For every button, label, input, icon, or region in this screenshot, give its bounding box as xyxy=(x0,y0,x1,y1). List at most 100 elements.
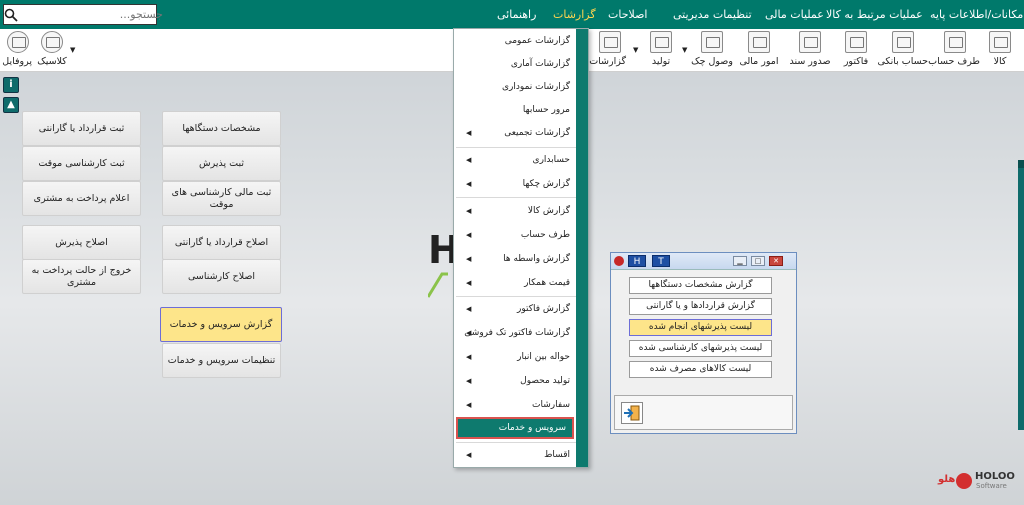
menu-goods-operations[interactable]: عملیات مرتبط به کالا xyxy=(826,0,923,29)
gear-icon xyxy=(41,31,63,53)
submenu-arrow-icon: ◀ xyxy=(466,451,472,459)
toolbar-invoice-button[interactable]: فاکتور xyxy=(838,29,874,72)
menu-separator xyxy=(456,147,576,148)
toolbar-account-party-button[interactable]: طرف حساب xyxy=(928,29,980,72)
submenu-arrow-icon: ◀ xyxy=(466,377,472,385)
toolbar-cheque-collection-button[interactable]: وصول چک xyxy=(690,29,734,72)
menu-item-warehouse-transfer[interactable]: حواله بین انبار ◀ xyxy=(454,346,578,368)
exit-door-icon xyxy=(624,405,640,421)
menu-management-settings[interactable]: تنظیمات مدیریتی xyxy=(673,0,752,29)
menu-item-single-sale-invoice-report[interactable]: گزارشات فاکتور تک فروشی ◀ xyxy=(454,322,578,344)
box-icon xyxy=(989,31,1011,53)
toolbar-profile-button[interactable]: پروفایل xyxy=(2,29,32,72)
brand-circle-icon xyxy=(956,473,972,489)
shortcut-edit-reception-button[interactable]: اصلاح پذیرش xyxy=(22,225,141,260)
menu-item-accounting[interactable]: حسابداری ◀ xyxy=(454,149,578,171)
submenu-arrow-icon: ◀ xyxy=(466,353,472,361)
shortcut-exit-payment-state-button[interactable]: خروج از حالت پرداخت به مشتری xyxy=(22,259,141,294)
toolbar-finance-button[interactable]: امور مالی xyxy=(737,29,781,72)
dialog-tab-h[interactable]: H xyxy=(628,255,646,267)
menu-item-intermediary-report[interactable]: گزارش واسطه ها ◀ xyxy=(454,248,578,270)
menu-base-info[interactable]: امکانات/اطلاعات پایه xyxy=(930,0,1024,29)
menu-separator xyxy=(456,296,576,297)
invoice-icon xyxy=(845,31,867,53)
maximize-icon[interactable]: □ xyxy=(751,256,765,266)
chevron-down-icon[interactable]: ▼ xyxy=(633,46,638,54)
menu-corrections[interactable]: اصلاحات xyxy=(608,0,647,29)
menu-item-invoice-report[interactable]: گزارش فاکتور ◀ xyxy=(454,298,578,320)
chevron-down-icon[interactable]: ▼ xyxy=(682,46,687,54)
submenu-arrow-icon: ◀ xyxy=(466,156,472,164)
production-icon xyxy=(650,31,672,53)
expertised-receptions-button[interactable]: لیست پذیرشهای کارشناسی شده xyxy=(629,340,772,357)
submenu-arrow-icon: ◀ xyxy=(466,129,472,137)
person-icon xyxy=(944,31,966,53)
shortcut-service-settings-button[interactable]: تنظیمات سرویس و خدمات xyxy=(162,343,281,378)
menu-item-partner-price[interactable]: قیمت همکار ◀ xyxy=(454,272,578,294)
submenu-arrow-icon: ◀ xyxy=(466,255,472,263)
menu-item-accounts-review[interactable]: مرور حسابها xyxy=(454,99,578,121)
toolbar-goods-button[interactable]: کالا xyxy=(986,29,1014,72)
top-menu-bar: امکانات/اطلاعات پایه عملیات مرتبط به کال… xyxy=(0,0,1024,29)
menu-item-cheque-reports[interactable]: گزارش چکها ◀ xyxy=(454,173,578,195)
menu-item-chart-reports[interactable]: گزارشات نموداری xyxy=(454,76,578,98)
consumed-goods-button[interactable]: لیست کالاهای مصرف شده xyxy=(629,361,772,378)
dialog-titlebar: H T ▁ □ ✕ xyxy=(611,253,796,270)
toolbar-bank-account-button[interactable]: حساب بانکی xyxy=(877,29,928,72)
menu-item-services[interactable]: سرویس و خدمات xyxy=(456,417,574,439)
completed-receptions-button[interactable]: لیست پذیرشهای انجام شده xyxy=(629,319,772,336)
submenu-arrow-icon: ◀ xyxy=(466,207,472,215)
scrollbar-thumb[interactable] xyxy=(1018,160,1024,168)
menu-separator xyxy=(456,442,576,443)
menu-help[interactable]: راهنمائی xyxy=(497,0,536,29)
envelope-icon xyxy=(701,31,723,53)
shortcut-temp-expertise-button[interactable]: ثبت کارشناسی موقت xyxy=(22,146,141,181)
menu-reports[interactable]: گزارشات xyxy=(553,0,596,29)
search-icon[interactable] xyxy=(4,5,18,24)
search-input[interactable] xyxy=(18,6,166,23)
menu-item-aggregate-reports[interactable]: گزارشات تجمیعی ◀ xyxy=(454,122,578,144)
shortcut-temp-financial-button[interactable]: ثبت مالی کارشناسی های موقت xyxy=(162,181,281,216)
submenu-arrow-icon: ◀ xyxy=(466,305,472,313)
info-icon[interactable]: i xyxy=(3,77,19,93)
shortcut-service-report-button[interactable]: گزارش سرویس و خدمات xyxy=(160,307,282,342)
document-icon xyxy=(799,31,821,53)
menu-item-installments[interactable]: اقساط ◀ xyxy=(454,444,578,466)
toolbar-reports-button[interactable]: گزارشات xyxy=(589,29,626,72)
image-icon[interactable]: ▲ xyxy=(3,97,19,113)
submenu-arrow-icon: ◀ xyxy=(466,180,472,188)
exit-button[interactable] xyxy=(621,402,643,424)
submenu-arrow-icon: ◀ xyxy=(466,279,472,287)
menu-item-goods-report[interactable]: گزارش کالا ◀ xyxy=(454,200,578,222)
menu-item-general-reports[interactable]: گزارشات عمومی xyxy=(454,30,578,52)
contracts-report-button[interactable]: گزارش قراردادها و یا گارانتی xyxy=(629,298,772,315)
search-box[interactable] xyxy=(3,4,166,25)
toolbar-issue-document-button[interactable]: صدور سند xyxy=(788,29,832,72)
calculator-icon xyxy=(748,31,770,53)
menu-item-orders[interactable]: سفارشات ◀ xyxy=(454,394,578,416)
shortcut-edit-contract-button[interactable]: اصلاح قرارداد یا گارانتی xyxy=(162,225,281,260)
toolbar-production-button[interactable]: تولید xyxy=(645,29,677,72)
menu-item-account-party[interactable]: طرف حساب ◀ xyxy=(454,224,578,246)
vertical-scrollbar[interactable] xyxy=(1018,160,1024,430)
submenu-arrow-icon: ◀ xyxy=(466,231,472,239)
menu-financial-operations[interactable]: عملیات مالی xyxy=(765,0,824,29)
menu-item-product-production[interactable]: تولید محصول ◀ xyxy=(454,370,578,392)
toolbar-classic-button[interactable]: کلاسیک xyxy=(36,29,68,72)
device-specs-report-button[interactable]: گزارش مشخصات دستگاهها xyxy=(629,277,772,294)
shortcut-register-contract-button[interactable]: ثبت قرارداد یا گارانتی xyxy=(22,111,141,146)
menu-item-statistical-reports[interactable]: گزارشات آماری xyxy=(454,53,578,75)
shortcut-announce-payment-button[interactable]: اعلام پرداخت به مشتری xyxy=(22,181,141,216)
dialog-tab-t[interactable]: T xyxy=(652,255,670,267)
service-reports-dialog: H T ▁ □ ✕ گزارش مشخصات دستگاهها گزارش قر… xyxy=(610,252,797,434)
chevron-down-icon[interactable]: ▼ xyxy=(70,46,75,54)
minimize-icon[interactable]: ▁ xyxy=(733,256,747,266)
shortcut-device-specs-button[interactable]: مشخصات دستگاهها xyxy=(162,111,281,146)
shortcut-register-reception-button[interactable]: ثبت پذیرش xyxy=(162,146,281,181)
submenu-arrow-icon: ◀ xyxy=(466,401,472,409)
shortcut-edit-expertise-button[interactable]: اصلاح کارشناسی xyxy=(162,259,281,294)
menu-separator xyxy=(456,197,576,198)
close-icon[interactable]: ✕ xyxy=(769,256,783,266)
holoo-logo: هلو HOLOO Software xyxy=(938,471,1015,490)
bank-card-icon xyxy=(892,31,914,53)
